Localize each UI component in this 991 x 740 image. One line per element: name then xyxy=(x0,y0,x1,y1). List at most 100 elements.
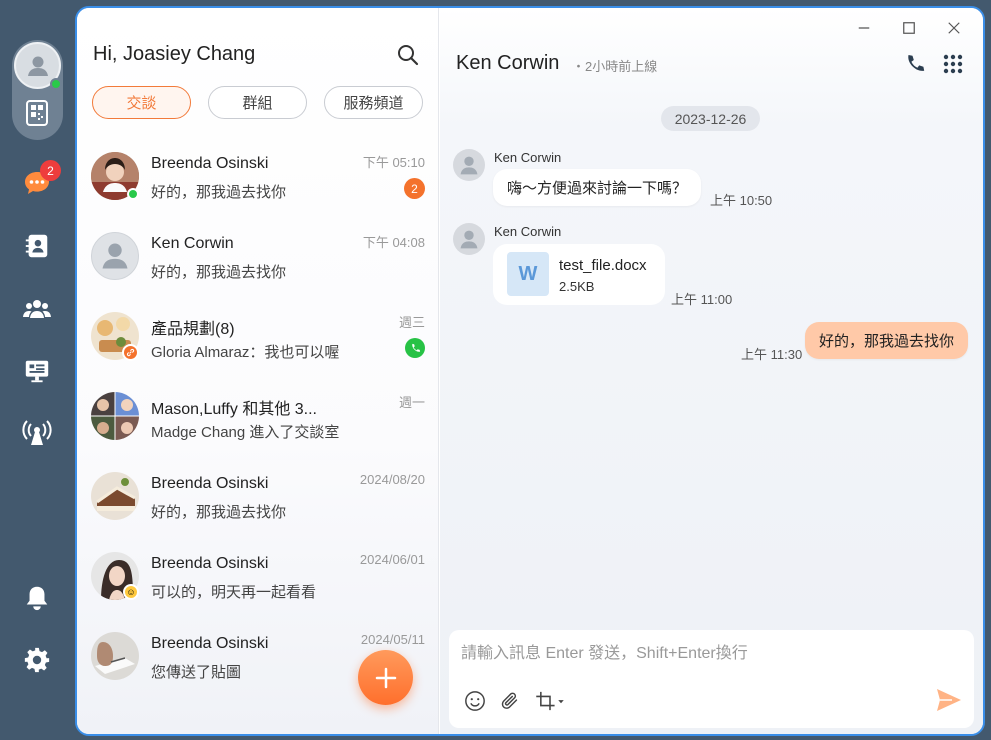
conversation-name: Ken Corwin xyxy=(151,235,234,252)
conversation-tabs: 交談 群組 服務頻道 xyxy=(92,86,423,119)
contacts-icon xyxy=(25,234,48,258)
message-time: 上午 11:30 xyxy=(741,347,803,362)
conversation-preview: 您傳送了貼圖 xyxy=(151,664,242,681)
call-badge xyxy=(405,338,425,358)
chat-title: Ken Corwin xyxy=(456,52,560,74)
contact-avatar xyxy=(91,232,139,280)
online-status-dot xyxy=(127,188,139,200)
file-size: 2.5KB xyxy=(559,279,595,294)
new-conversation-button[interactable] xyxy=(358,650,413,705)
message-bubble[interactable]: 嗨～方便過來討論一下嗎？ xyxy=(493,169,702,206)
conversation-preview: Madge Chang 進入了交談室 xyxy=(151,424,340,441)
notifications-button[interactable] xyxy=(22,583,52,613)
close-button[interactable] xyxy=(946,20,962,36)
link-icon xyxy=(122,344,139,361)
online-status-dot xyxy=(50,78,62,90)
emoji-status-icon: ☺ xyxy=(123,584,139,600)
qr-code-icon[interactable] xyxy=(26,100,48,126)
crop-icon xyxy=(536,691,564,711)
group-avatar xyxy=(91,392,139,440)
settings-button[interactable] xyxy=(22,645,52,675)
unread-badge: 2 xyxy=(40,160,61,181)
contacts-nav-button[interactable] xyxy=(22,231,52,261)
close-icon xyxy=(948,22,960,34)
paperclip-icon xyxy=(501,692,518,709)
conversation-preview: 好的，那我過去找你 xyxy=(151,184,287,201)
attach-button[interactable] xyxy=(498,689,522,713)
conversation-time: 週一 xyxy=(398,395,425,410)
sender-name: Ken Corwin xyxy=(494,150,562,165)
file-name: test_file.docx xyxy=(559,257,647,274)
profile-panel xyxy=(12,40,63,140)
left-rail: 2 xyxy=(0,0,75,740)
conversation-preview: 可以的，明天再一起看看 xyxy=(151,584,317,601)
last-seen-status: ・2小時前上線 xyxy=(572,59,658,74)
sender-avatar[interactable] xyxy=(453,223,485,255)
conversation-name: 產品規劃(8) xyxy=(151,321,235,338)
conversation-item[interactable]: Mason,Luffy 和其他 3... Madge Chang 進入了交談室 … xyxy=(77,384,439,464)
conversation-name: Breenda Osinski xyxy=(151,475,269,492)
emoji-button[interactable] xyxy=(463,689,487,713)
conversation-name: Mason,Luffy 和其他 3... xyxy=(151,401,317,418)
broadcast-icon xyxy=(22,420,52,445)
my-message-bubble[interactable]: 好的，那我過去找你 xyxy=(805,322,969,359)
presentation-icon xyxy=(25,360,49,383)
tab-service-channels[interactable]: 服務頻道 xyxy=(324,86,423,119)
message-input[interactable] xyxy=(461,640,951,668)
conversation-item[interactable]: Breenda Osinski 好的，那我過去找你 2024/08/20 xyxy=(77,464,439,544)
conversation-item[interactable]: Ken Corwin 好的，那我過去找你 下午 04:08 xyxy=(77,224,439,304)
conversation-time: 2024/08/20 xyxy=(359,472,425,487)
greeting-title: Hi, Joasiey Chang xyxy=(93,43,256,65)
minimize-icon xyxy=(858,27,870,29)
conversation-preview: Gloria Almaraz：我也可以喔 xyxy=(151,344,340,361)
conversation-name: Breenda Osinski xyxy=(151,155,269,172)
conversation-item[interactable]: 產品規劃(8) Gloria Almaraz：我也可以喔 週三 xyxy=(77,304,439,384)
user-avatar-icon xyxy=(460,156,478,175)
gear-icon xyxy=(24,647,50,673)
app-window: Hi, Joasiey Chang 交談 群組 服務頻道 Breenda Osi… xyxy=(75,6,985,736)
apps-grid-icon[interactable] xyxy=(943,54,963,74)
maximize-button[interactable] xyxy=(901,20,917,36)
conversation-list-panel: Hi, Joasiey Chang 交談 群組 服務頻道 Breenda Osi… xyxy=(77,8,439,734)
user-avatar-icon xyxy=(27,56,48,76)
tab-groups[interactable]: 群組 xyxy=(208,86,307,119)
conversation-item[interactable]: Breenda Osinski 好的，那我過去找你 下午 05:10 2 xyxy=(77,144,439,224)
phone-icon[interactable] xyxy=(904,53,926,75)
date-separator: 2023-12-26 xyxy=(661,106,760,131)
contact-avatar xyxy=(91,472,139,520)
conversation-name: Breenda Osinski xyxy=(151,635,269,652)
conversation-preview: 好的，那我過去找你 xyxy=(151,264,287,281)
groups-nav-button[interactable] xyxy=(22,294,52,324)
screenshot-button[interactable] xyxy=(533,689,567,713)
tab-chats[interactable]: 交談 xyxy=(92,86,191,119)
file-attachment[interactable]: W test_file.docx 2.5KB xyxy=(493,244,665,305)
sender-avatar[interactable] xyxy=(453,149,485,181)
user-avatar-icon xyxy=(460,230,478,249)
bell-icon xyxy=(26,586,48,611)
unread-count-badge: 2 xyxy=(404,178,425,199)
conversation-preview: 好的，那我過去找你 xyxy=(151,504,287,521)
meeting-nav-button[interactable] xyxy=(22,356,52,386)
user-avatar-icon xyxy=(102,243,128,269)
chat-panel: Ken Corwin ・2小時前上線 2023-12-26 Ken Corwin… xyxy=(440,8,983,734)
conversation-name: Breenda Osinski xyxy=(151,555,269,572)
plus-icon xyxy=(375,667,396,688)
word-file-icon: W xyxy=(507,252,549,296)
contact-avatar xyxy=(91,632,139,680)
message-composer xyxy=(449,630,974,728)
group-icon xyxy=(23,300,51,318)
conversation-time: 下午 05:10 xyxy=(362,155,425,170)
search-icon[interactable] xyxy=(397,44,419,66)
conversation-time: 2024/06/01 xyxy=(359,552,425,567)
send-icon[interactable] xyxy=(935,687,963,713)
conversation-time: 週三 xyxy=(398,315,425,330)
emoji-icon xyxy=(465,691,485,711)
sender-name: Ken Corwin xyxy=(494,224,562,239)
maximize-icon xyxy=(903,22,915,34)
minimize-button[interactable] xyxy=(856,20,872,36)
conversation-time: 2024/05/11 xyxy=(360,632,425,647)
broadcast-nav-button[interactable] xyxy=(22,418,52,448)
conversation-time: 下午 04:08 xyxy=(362,235,425,250)
conversation-item[interactable]: ☺ Breenda Osinski 可以的，明天再一起看看 2024/06/01 xyxy=(77,544,439,624)
message-time: 上午 11:00 xyxy=(671,292,733,307)
